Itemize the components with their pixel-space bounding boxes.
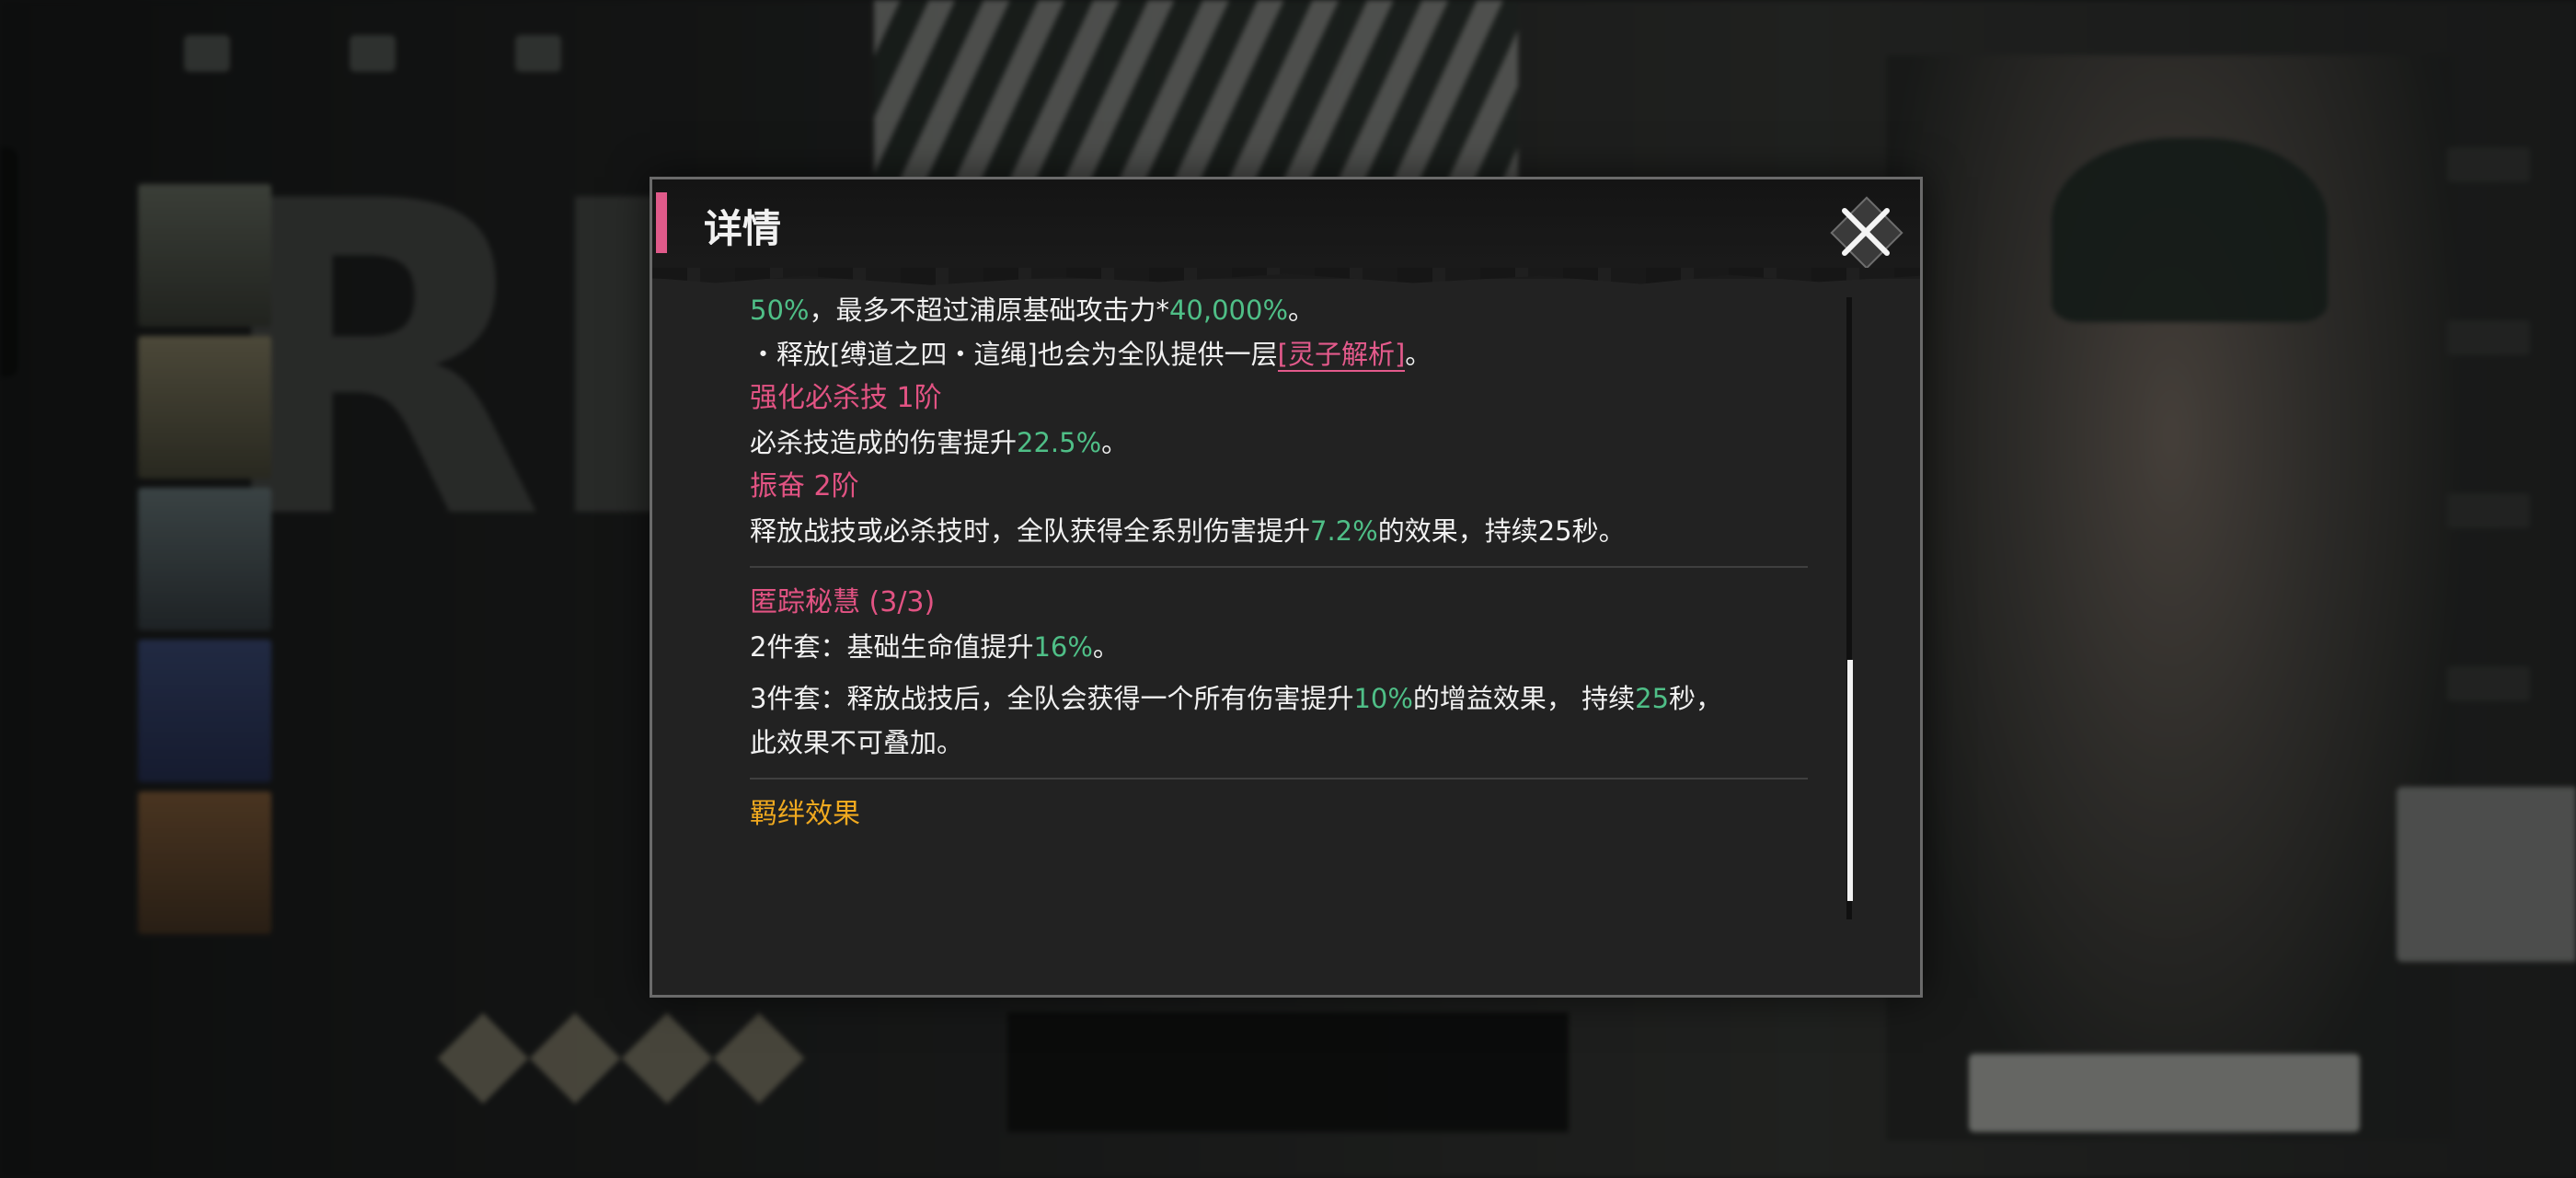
text-segment: 。 (1288, 294, 1316, 326)
dialog-title: 详情 (704, 206, 782, 251)
passive-bullet-line: ・释放[缚道之四・這绳]也会为全队提供一层[灵子解析]。 (750, 332, 1808, 376)
header-accent-bar (656, 192, 667, 253)
dialog-header: 详情 (652, 179, 1920, 285)
text-segment: 3件套：释放战技后，全队会获得一个所有伤害提升 (750, 683, 1354, 714)
bond-effect-title: 羁绊效果 (750, 798, 860, 830)
value-highlight: 10% (1353, 683, 1413, 714)
section-divider (750, 778, 1808, 780)
set-bonus-title: 匿踪秘慧 (3/3) (750, 586, 936, 618)
text-segment: 秒， (1669, 683, 1723, 714)
passive-continuation-line: 50%，最多不超过浦原基础攻击力*40,000%。 (750, 288, 1808, 332)
section-divider (750, 566, 1808, 568)
text-segment: 的增益效果， 持续 (1412, 683, 1636, 714)
scrollbar-thumb[interactable] (1847, 660, 1853, 901)
text-segment: 的效果，持续25秒。 (1377, 515, 1626, 547)
value-highlight: 40,000% (1168, 294, 1289, 326)
details-scroll-content[interactable]: 50%，最多不超过浦原基础攻击力*40,000%。 ・释放[缚道之四・這绳]也会… (750, 288, 1808, 969)
section-title-inspire: 振奋 2阶 (750, 470, 859, 502)
text-segment: ，最多不超过浦原基础攻击力* (809, 294, 1169, 326)
value-highlight: 22.5% (1017, 427, 1102, 458)
section-title-enhance-ultimate: 强化必杀技 1阶 (750, 382, 942, 414)
close-x-icon (1842, 208, 1890, 256)
value-highlight: 25 (1635, 683, 1670, 714)
text-segment: 释放战技或必杀技时，全队获得全系别伤害提升 (750, 515, 1311, 547)
set-bonus-2pc: 2件套：基础生命值提升16%。 (750, 625, 1808, 669)
section-desc-enhance-ultimate: 必杀技造成的伤害提升22.5%。 (750, 421, 1808, 465)
text-segment: ・释放[缚道之四・這绳]也会为全队提供一层 (750, 339, 1278, 370)
set-bonus-3pc: 3件套：释放战技后，全队会获得一个所有伤害提升10%的增益效果， 持续25秒， 此… (750, 676, 1808, 765)
text-segment: 。 (1405, 339, 1432, 370)
text-segment: 。 (1101, 427, 1129, 458)
section-desc-inspire: 释放战技或必杀技时，全队获得全系别伤害提升7.2%的效果，持续25秒。 (750, 509, 1808, 553)
text-segment: 必杀技造成的伤害提升 (750, 427, 1018, 458)
text-segment: 此效果不可叠加。 (750, 727, 964, 758)
keyword-link-lingzi-jiexi[interactable]: [灵子解析] (1277, 339, 1406, 372)
text-segment: 2件套：基础生命值提升 (750, 631, 1034, 663)
value-highlight: 16% (1033, 631, 1093, 663)
details-dialog: 详情 50%，最多不超过浦原基础攻击力*40,000%。 ・释放[缚道之四・這绳… (650, 177, 1923, 998)
close-button[interactable] (1823, 189, 1907, 273)
text-segment: 。 (1092, 631, 1120, 663)
header-torn-edge (652, 268, 1920, 285)
value-highlight: 50% (750, 294, 810, 326)
value-highlight: 7.2% (1310, 515, 1378, 547)
